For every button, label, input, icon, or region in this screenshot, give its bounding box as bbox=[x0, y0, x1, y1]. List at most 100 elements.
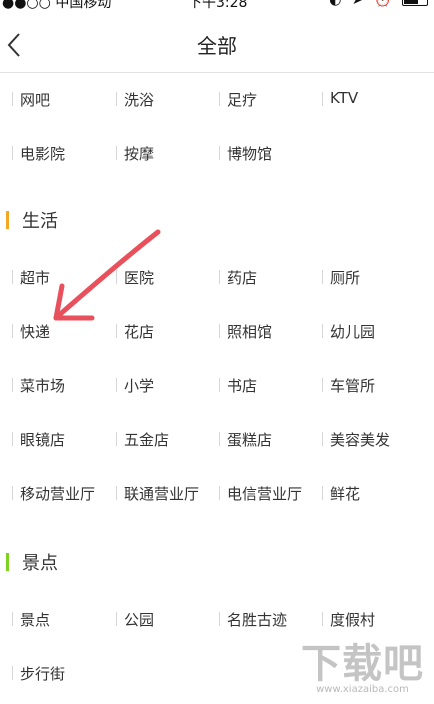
section-header-scenic: 景点 bbox=[0, 548, 434, 578]
item-divider bbox=[12, 146, 13, 160]
category-label: 步行街 bbox=[20, 665, 66, 683]
category-label: 眼镜店 bbox=[20, 431, 66, 449]
category-item[interactable]: 电信营业厅 bbox=[213, 466, 317, 520]
category-item[interactable]: 移动营业厅 bbox=[6, 466, 110, 520]
section-header-life: 生活 bbox=[0, 206, 434, 236]
category-label: 车管所 bbox=[330, 377, 376, 395]
section-accent-bar bbox=[6, 211, 9, 229]
category-item[interactable]: 鲜花 bbox=[316, 466, 420, 520]
category-row: 移动营业厅 联通营业厅 电信营业厅 鲜花 bbox=[0, 466, 434, 520]
item-divider bbox=[116, 486, 117, 500]
category-label: 公园 bbox=[124, 611, 155, 629]
category-item[interactable]: 网吧 bbox=[6, 72, 110, 126]
category-item[interactable]: 厕所 bbox=[316, 250, 420, 304]
category-label: 电影院 bbox=[20, 145, 66, 163]
category-label: 快递 bbox=[20, 323, 51, 341]
category-label: 联通营业厅 bbox=[124, 485, 200, 503]
category-row: 超市 医院 药店 厕所 bbox=[0, 250, 434, 304]
item-divider bbox=[12, 270, 13, 284]
category-row: 快递 花店 照相馆 幼儿园 bbox=[0, 304, 434, 358]
category-item[interactable]: 博物馆 bbox=[213, 126, 317, 180]
category-item[interactable]: 电影院 bbox=[6, 126, 110, 180]
category-row: 景点 公园 名胜古迹 度假村 bbox=[0, 592, 434, 646]
category-item[interactable]: 药店 bbox=[213, 250, 317, 304]
category-item[interactable]: 公园 bbox=[110, 592, 214, 646]
section-accent-bar bbox=[6, 553, 9, 571]
category-item[interactable]: 景点 bbox=[6, 592, 110, 646]
category-label: 超市 bbox=[20, 269, 51, 287]
status-icons: ◐ ➤ ⏰ bbox=[329, 0, 395, 8]
watermark-url: www.xiazaiba.com bbox=[316, 684, 409, 695]
page-title: 全部 bbox=[197, 34, 237, 58]
item-divider bbox=[12, 666, 13, 680]
nav-bar: 全部 bbox=[0, 14, 434, 73]
category-label: 洗浴 bbox=[124, 91, 155, 109]
category-item[interactable]: 医院 bbox=[110, 250, 214, 304]
category-label: 幼儿园 bbox=[330, 323, 376, 341]
status-time: 下午3:28 bbox=[188, 0, 248, 11]
section-title: 景点 bbox=[22, 553, 58, 574]
category-item[interactable]: 联通营业厅 bbox=[110, 466, 214, 520]
category-item[interactable]: 五金店 bbox=[110, 412, 214, 466]
category-label: 网吧 bbox=[20, 91, 51, 109]
item-divider bbox=[322, 432, 323, 446]
item-divider bbox=[322, 486, 323, 500]
item-divider bbox=[322, 92, 323, 106]
category-row: 菜市场 小学 书店 车管所 bbox=[0, 358, 434, 412]
category-label: 美容美发 bbox=[330, 431, 391, 449]
category-item[interactable]: 幼儿园 bbox=[316, 304, 420, 358]
carrier-signal: ●●○○ 中国移动 bbox=[2, 0, 112, 11]
category-item[interactable]: 书店 bbox=[213, 358, 317, 412]
item-divider bbox=[12, 378, 13, 392]
item-divider bbox=[219, 270, 220, 284]
category-item[interactable]: 小学 bbox=[110, 358, 214, 412]
status-indicators: ◐ ➤ ⏰ bbox=[329, 0, 428, 8]
category-label: 小学 bbox=[124, 377, 155, 395]
category-item[interactable]: 眼镜店 bbox=[6, 412, 110, 466]
item-divider bbox=[116, 324, 117, 338]
category-item[interactable]: 洗浴 bbox=[110, 72, 214, 126]
category-item[interactable]: 名胜古迹 bbox=[213, 592, 317, 646]
category-item[interactable]: 度假村 bbox=[316, 592, 420, 646]
category-item[interactable]: 菜市场 bbox=[6, 358, 110, 412]
category-label: 蛋糕店 bbox=[227, 431, 273, 449]
item-divider bbox=[12, 324, 13, 338]
item-divider bbox=[219, 486, 220, 500]
item-divider bbox=[116, 270, 117, 284]
item-divider bbox=[12, 92, 13, 106]
battery-icon bbox=[402, 0, 428, 6]
category-item[interactable]: 车管所 bbox=[316, 358, 420, 412]
category-label: 菜市场 bbox=[20, 377, 66, 395]
category-item[interactable]: 步行街 bbox=[6, 646, 110, 700]
category-item[interactable]: 超市 bbox=[6, 250, 110, 304]
category-label: 药店 bbox=[227, 269, 258, 287]
category-item[interactable]: 照相馆 bbox=[213, 304, 317, 358]
category-label: 书店 bbox=[227, 377, 258, 395]
category-label: 电信营业厅 bbox=[227, 485, 303, 503]
category-row: 网吧 洗浴 足疗 KTV bbox=[0, 72, 434, 126]
category-item[interactable]: 美容美发 bbox=[316, 412, 420, 466]
category-item[interactable]: 足疗 bbox=[213, 72, 317, 126]
item-divider bbox=[219, 146, 220, 160]
category-label: 景点 bbox=[20, 611, 51, 629]
item-divider bbox=[322, 378, 323, 392]
item-divider bbox=[219, 432, 220, 446]
category-label: 博物馆 bbox=[227, 145, 273, 163]
item-divider bbox=[116, 432, 117, 446]
category-label: 移动营业厅 bbox=[20, 485, 96, 503]
category-item[interactable]: 按摩 bbox=[110, 126, 214, 180]
category-row: 电影院 按摩 博物馆 bbox=[0, 126, 434, 180]
category-label: 鲜花 bbox=[330, 485, 361, 503]
category-item[interactable]: KTV bbox=[316, 72, 420, 126]
category-item[interactable]: 快递 bbox=[6, 304, 110, 358]
category-label: 照相馆 bbox=[227, 323, 273, 341]
category-label: 五金店 bbox=[124, 431, 170, 449]
category-item[interactable]: 花店 bbox=[110, 304, 214, 358]
category-grid-life: 超市 医院 药店 厕所快递 花店 照相馆 幼儿园菜市场 小学 书店 车管所眼镜店 五金店 蛋糕店 美容美… bbox=[0, 250, 434, 520]
category-row: 眼镜店 五金店 蛋糕店 美容美发 bbox=[0, 412, 434, 466]
category-label: KTV bbox=[330, 89, 359, 107]
category-item[interactable]: 蛋糕店 bbox=[213, 412, 317, 466]
item-divider bbox=[12, 432, 13, 446]
section-title: 生活 bbox=[22, 211, 58, 232]
category-label: 度假村 bbox=[330, 611, 376, 629]
